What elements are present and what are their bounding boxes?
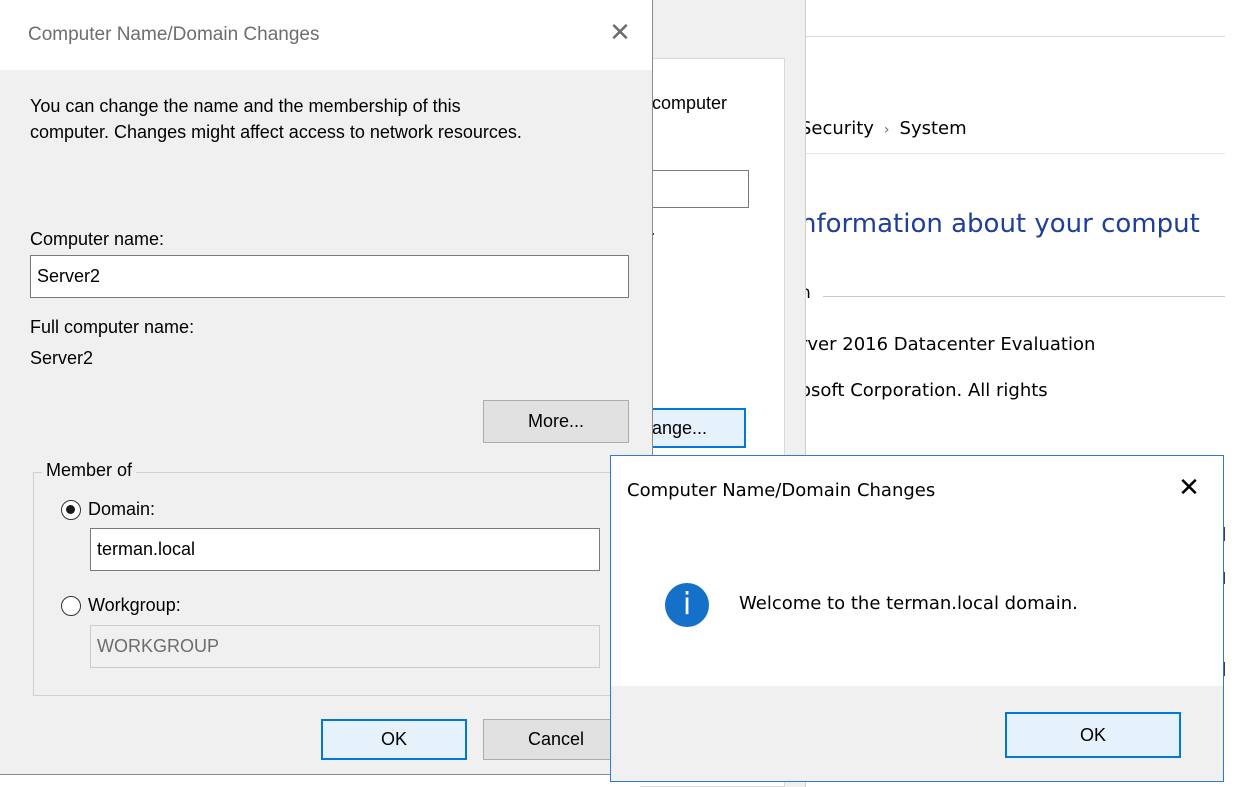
welcome-message-box: Computer Name/Domain Changes ✕ i Welcome…: [610, 455, 1224, 782]
windows-edition-text: rver 2016 Datacenter Evaluation: [800, 334, 1096, 355]
workgroup-radio[interactable]: [61, 596, 81, 616]
page-heading: nformation about your comput: [800, 209, 1200, 239]
breadcrumb-system[interactable]: System: [900, 118, 967, 139]
top-divider: [800, 36, 1225, 37]
domain-input[interactable]: terman.local: [90, 528, 600, 571]
close-icon[interactable]: ✕: [1173, 472, 1205, 504]
dialog-description: You can change the name and the membersh…: [30, 93, 630, 145]
computer-name-domain-changes-dialog: Computer Name/Domain Changes ✕ You can c…: [0, 0, 653, 775]
computer-name-label: Computer name:: [30, 229, 165, 249]
domain-radio[interactable]: [61, 500, 81, 520]
member-of-label: Member of: [42, 460, 137, 481]
information-icon: i: [665, 583, 709, 627]
change-button[interactable]: ange...: [640, 408, 746, 448]
domain-label: Domain:: [88, 499, 156, 519]
close-icon[interactable]: ✕: [606, 20, 634, 48]
message-box-title: Computer Name/Domain Changes: [627, 480, 936, 501]
ok-button[interactable]: OK: [321, 719, 467, 760]
computer-description-input[interactable]: [640, 170, 749, 208]
computer-description-label: computer: [652, 93, 728, 113]
computer-name-input[interactable]: Server2: [30, 255, 629, 298]
domain-value: terman.local: [97, 539, 196, 559]
dialog-title: Computer Name/Domain Changes: [28, 24, 320, 45]
description-line: computer. Changes might affect access to…: [30, 122, 522, 142]
breadcrumb: Security › System: [800, 118, 967, 139]
breadcrumb-separator-icon: ›: [883, 122, 890, 138]
welcome-message: Welcome to the terman.local domain.: [739, 593, 1078, 614]
full-computer-name-value: Server2: [30, 348, 94, 368]
full-computer-name-label: Full computer name:: [30, 317, 195, 337]
section-divider: [823, 296, 1225, 297]
workgroup-input: WORKGROUP: [90, 625, 600, 668]
workgroup-label: Workgroup:: [88, 595, 181, 615]
workgroup-value: WORKGROUP: [97, 636, 220, 656]
radio-selected-dot: [66, 505, 75, 514]
message-box-footer: OK: [611, 686, 1223, 781]
breadcrumb-security[interactable]: Security: [800, 118, 874, 139]
message-ok-button[interactable]: OK: [1005, 712, 1181, 758]
cancel-button[interactable]: Cancel: [483, 719, 629, 760]
computer-name-value: Server2: [37, 266, 101, 286]
more-button[interactable]: More...: [483, 400, 629, 443]
copyright-text: osoft Corporation. All rights: [800, 380, 1048, 401]
description-line: You can change the name and the membersh…: [30, 96, 461, 116]
dialog-titlebar: Computer Name/Domain Changes ✕: [0, 0, 652, 70]
breadcrumb-divider: [800, 153, 1225, 154]
